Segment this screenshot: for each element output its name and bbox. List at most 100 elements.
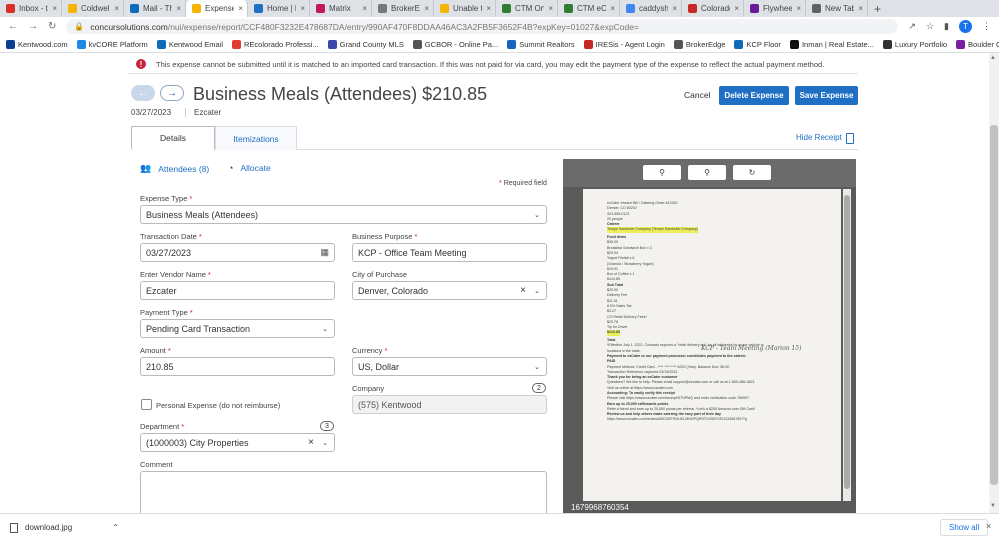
page-scrollbar[interactable]: ▲ ▼ bbox=[989, 53, 999, 513]
reload-icon[interactable]: ↻ bbox=[48, 21, 56, 32]
close-icon[interactable]: × bbox=[986, 521, 991, 531]
calendar-icon[interactable]: ▦ bbox=[320, 247, 329, 258]
browser-tab[interactable]: Home | M × bbox=[248, 0, 310, 17]
clear-icon[interactable]: × bbox=[520, 285, 526, 296]
browser-tab[interactable]: BrokerEdg × bbox=[372, 0, 434, 17]
clear-icon[interactable]: × bbox=[308, 437, 314, 448]
bookmark-item[interactable]: Luxury Portfolio bbox=[882, 39, 947, 49]
browser-tab[interactable]: Inbox - th × bbox=[0, 0, 62, 17]
personal-expense-checkbox[interactable] bbox=[141, 399, 152, 410]
delete-expense-button[interactable]: Delete Expense bbox=[719, 86, 789, 105]
show-all-button[interactable]: Show all bbox=[940, 519, 989, 536]
transaction-date-input[interactable]: 03/27/2023 ▦ bbox=[140, 243, 335, 262]
browser-tab[interactable]: CTM One × bbox=[496, 0, 558, 17]
zoom-out-button[interactable]: ⚲ bbox=[688, 165, 726, 180]
browser-tab[interactable]: CTM eCo× bbox=[558, 0, 620, 17]
tab-close-icon[interactable]: × bbox=[114, 4, 119, 13]
bookmark-item[interactable]: kvCORE Platform bbox=[76, 39, 148, 49]
bookmark-item[interactable]: Kentwood Email bbox=[156, 39, 223, 49]
vendor-input[interactable]: Ezcater bbox=[140, 281, 335, 300]
tab-close-icon[interactable]: × bbox=[858, 4, 863, 13]
share-icon[interactable]: ↗ bbox=[908, 21, 916, 32]
profile-avatar[interactable]: T bbox=[959, 20, 972, 33]
rotate-button[interactable]: ↻ bbox=[733, 165, 771, 180]
bookmark-item[interactable]: KCP Floor bbox=[734, 39, 781, 49]
receipt-line: $210.85 bbox=[607, 330, 620, 336]
browser-menu-icon[interactable]: ⋮ bbox=[982, 21, 991, 32]
department-select[interactable]: (1000003) City Properties × ⌄ bbox=[140, 433, 335, 452]
bookmark-item[interactable]: BrokerEdge bbox=[673, 39, 726, 49]
bookmark-item[interactable]: IRESis - Agent Login bbox=[583, 39, 665, 49]
browser-tab[interactable]: New Tab × bbox=[806, 0, 868, 17]
tab-itemizations[interactable]: Itemizations bbox=[215, 126, 297, 150]
amount-input[interactable]: 210.85 bbox=[140, 357, 335, 376]
receipt-icon[interactable] bbox=[846, 133, 854, 144]
tab-close-icon[interactable]: × bbox=[424, 4, 429, 13]
tab-close-icon[interactable]: × bbox=[610, 4, 615, 13]
tab-close-icon[interactable]: × bbox=[52, 4, 57, 13]
tab-details[interactable]: Details bbox=[131, 126, 215, 150]
tab-close-icon[interactable]: × bbox=[362, 4, 367, 13]
bookmark-item[interactable]: Inman | Real Estate... bbox=[789, 39, 874, 49]
browser-tab-label: CTM One bbox=[515, 4, 544, 13]
browser-tab[interactable]: Flywheel × bbox=[744, 0, 806, 17]
bookmark-item[interactable]: Grand County MLS bbox=[327, 39, 404, 49]
tab-close-icon[interactable]: × bbox=[548, 4, 553, 13]
bookmark-item[interactable]: Summit Realtors bbox=[507, 39, 575, 49]
attendees-link[interactable]: 👥 Attendees (8) bbox=[140, 163, 209, 174]
tab-close-icon[interactable]: × bbox=[486, 4, 491, 13]
new-tab-icon[interactable]: + bbox=[868, 2, 887, 16]
tab-favicon-icon bbox=[440, 4, 449, 13]
download-file-name[interactable]: download.jpg bbox=[25, 523, 72, 532]
tab-close-icon[interactable]: × bbox=[734, 4, 739, 13]
url-input[interactable]: 🔒 concursolutions.com/nui/expense/report… bbox=[66, 19, 899, 34]
bookmark-item[interactable]: GCBOR - Online Pa... bbox=[412, 39, 498, 49]
city-select[interactable]: Denver, Colorado × ⌄ bbox=[352, 281, 547, 300]
receipt-scrollbar[interactable] bbox=[843, 189, 851, 501]
payment-type-select[interactable]: Pending Card Transaction ⌄ bbox=[140, 319, 335, 338]
browser-tab[interactable]: Expense × bbox=[186, 0, 248, 17]
zoom-in-button[interactable]: ⚲ bbox=[643, 165, 681, 180]
currency-select[interactable]: US, Dollar ⌄ bbox=[352, 357, 547, 376]
bookmark-favicon-icon bbox=[882, 39, 892, 49]
browser-tab-label: Mail - Tho bbox=[143, 4, 172, 13]
tab-close-icon[interactable]: × bbox=[796, 4, 801, 13]
scroll-up-icon[interactable]: ▲ bbox=[990, 55, 996, 61]
business-purpose-input[interactable]: KCP - Office Team Meeting bbox=[352, 243, 547, 262]
tab-close-icon[interactable]: × bbox=[672, 4, 677, 13]
browser-tab[interactable]: Coldwell × bbox=[62, 0, 124, 17]
comment-textarea[interactable] bbox=[140, 471, 547, 513]
sidepanel-icon[interactable]: ▮ bbox=[944, 21, 949, 32]
browser-tab[interactable]: caddyshac × bbox=[620, 0, 682, 17]
bookmark-item[interactable]: Boulder Chamber bbox=[956, 39, 999, 49]
bookmark-label: BrokerEdge bbox=[685, 39, 726, 49]
lock-icon: 🔒 bbox=[74, 22, 85, 31]
bookmark-favicon-icon bbox=[789, 39, 799, 49]
downloads-bar: download.jpg ⌃ Show all × bbox=[0, 513, 999, 541]
cancel-button[interactable]: Cancel bbox=[684, 90, 710, 100]
next-expense-button[interactable]: → bbox=[160, 85, 184, 101]
browser-tab[interactable]: Colorado × bbox=[682, 0, 744, 17]
allocate-link[interactable]: ◔ Allocate bbox=[228, 163, 271, 173]
browser-tab[interactable]: Matrix × bbox=[310, 0, 372, 17]
hide-receipt-link[interactable]: Hide Receipt bbox=[796, 133, 842, 142]
back-icon[interactable]: ← bbox=[8, 21, 18, 32]
bookmark-item[interactable]: REcolorado Professi... bbox=[232, 39, 319, 49]
browser-tab[interactable]: Unable to × bbox=[434, 0, 496, 17]
expense-type-select[interactable]: Business Meals (Attendees) ⌄ bbox=[140, 205, 547, 224]
bookmark-favicon-icon bbox=[583, 39, 593, 49]
tab-close-icon[interactable]: × bbox=[238, 4, 243, 13]
bookmark-item[interactable]: Kentwood.com bbox=[6, 39, 68, 49]
save-expense-button[interactable]: Save Expense bbox=[795, 86, 858, 105]
forward-icon[interactable]: → bbox=[28, 21, 38, 32]
scroll-down-icon[interactable]: ▼ bbox=[990, 503, 996, 509]
browser-tab[interactable]: Mail - Tho × bbox=[124, 0, 186, 17]
browser-tab-label: CTM eCo bbox=[577, 4, 607, 13]
receipt-image[interactable]: ezCater Invoice Bill / Catering Order #1… bbox=[583, 189, 841, 501]
tab-close-icon[interactable]: × bbox=[300, 4, 305, 13]
chevron-up-icon[interactable]: ⌃ bbox=[112, 523, 119, 532]
previous-expense-button[interactable]: ← bbox=[131, 85, 155, 101]
tab-close-icon[interactable]: × bbox=[176, 4, 181, 13]
page-scroll-thumb[interactable] bbox=[990, 125, 998, 485]
bookmark-star-icon[interactable]: ☆ bbox=[926, 21, 934, 32]
